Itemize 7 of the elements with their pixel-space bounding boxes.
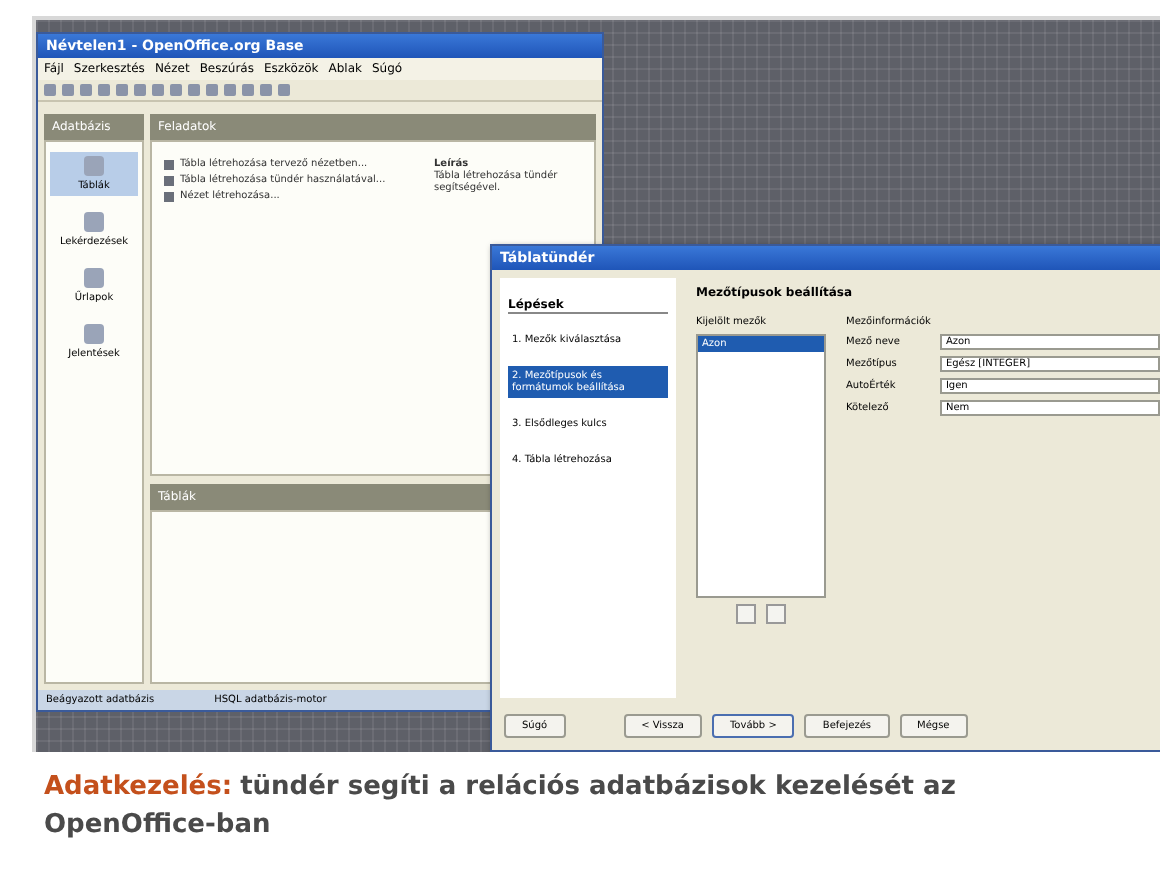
database-object-icon	[84, 324, 104, 344]
remove-button[interactable]	[736, 604, 756, 624]
add-button[interactable]	[766, 604, 786, 624]
database-object-icon	[84, 156, 104, 176]
caption: Adatkezelés: tündér segíti a relációs adatbázisok kezelését az OpenOffice-ban	[42, 770, 958, 844]
database-object-icon	[84, 212, 104, 232]
database-object-icon	[84, 268, 104, 288]
